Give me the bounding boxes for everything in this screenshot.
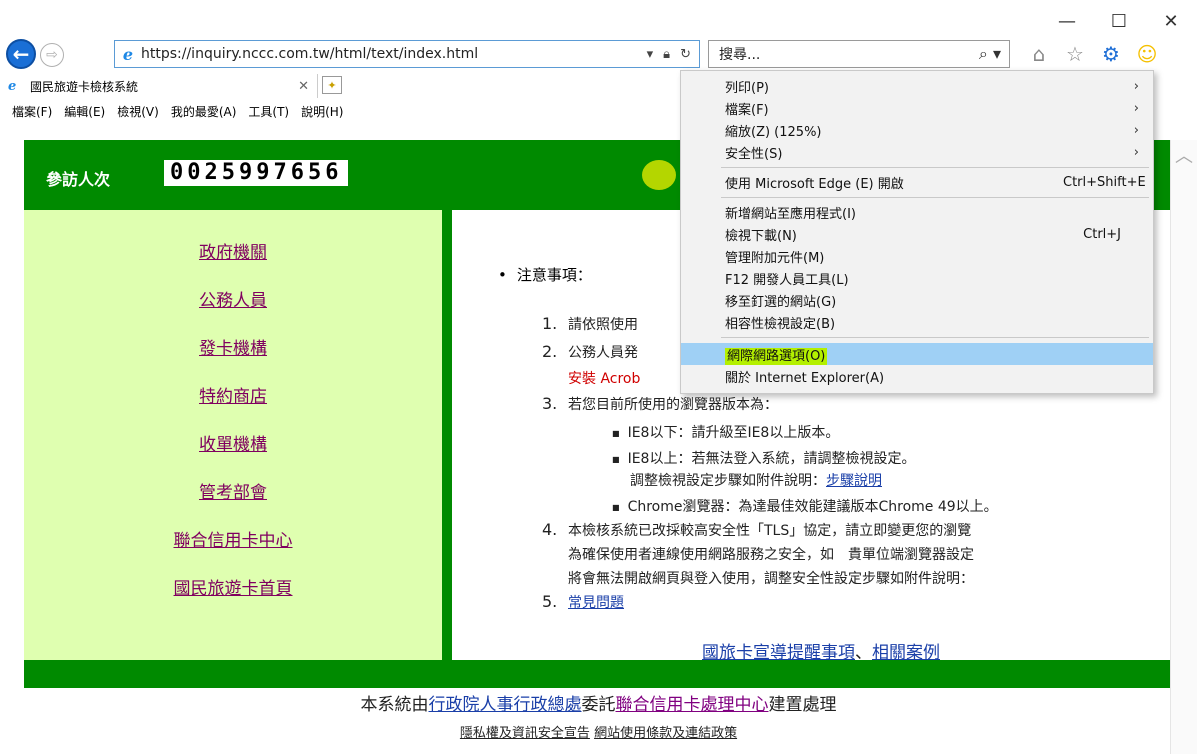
scroll-up-icon[interactable]: ︿ (1175, 142, 1193, 168)
submenu-arrow-icon: › (1133, 78, 1139, 94)
nccc-link[interactable]: 聯合信用卡處理中心 (616, 695, 769, 715)
address-bar[interactable]: e https://inquiry.nccc.com.tw/html/text/… (114, 40, 700, 68)
notice-item-4-line3: 將會無法開啟網頁與登入使用，調整安全性設定步驟如附件說明： (568, 571, 974, 587)
tab-close-icon[interactable]: ✕ (298, 79, 317, 94)
privacy-link[interactable]: 隱私權及資訊安全宣告 (460, 726, 590, 741)
footer-policy-links: 隱私權及資訊安全宣告 網站使用條款及連結政策 (0, 722, 1197, 741)
visitor-label: 參訪人次 (46, 170, 111, 189)
menu-item-print[interactable]: 列印(P) › (681, 75, 1153, 97)
bullet-ie8-sub: 調整檢視設定步驟如附件說明：步驟說明 (630, 473, 882, 489)
bullet-chrome: Chrome瀏覽器：為達最佳效能建議版本Chrome 49以上。 (612, 496, 998, 516)
new-tab-button[interactable]: ✦ (322, 76, 342, 94)
notice-title: 注意事項： (498, 264, 592, 285)
menu-item-internet-options[interactable]: 網際網路選項(O) (681, 343, 1153, 365)
menu-item-about-ie[interactable]: 關於 Internet Explorer(A) (681, 365, 1153, 387)
menu-item-file[interactable]: 檔案(F) › (681, 97, 1153, 119)
minimize-button[interactable]: — (1041, 6, 1093, 36)
sidebar-item-civil-servant[interactable]: 公務人員 (24, 286, 442, 311)
bullet-ie8-above: IE8以上：若無法登入系統，請調整檢視設定。 (612, 448, 916, 468)
sidebar-item-government[interactable]: 政府機關 (24, 238, 442, 263)
vertical-scrollbar[interactable]: ︿ (1170, 140, 1197, 754)
menu-tools[interactable]: 工具(T) (242, 100, 295, 122)
maximize-button[interactable]: ☐ (1093, 6, 1145, 36)
notice-item-3: 3. 若您目前所使用的瀏覽器版本為： (542, 394, 778, 413)
dgpa-link[interactable]: 行政院人事行政總處 (429, 695, 582, 715)
search-box[interactable]: 搜尋... ⌕ ▾ (708, 40, 1010, 68)
lock-icon[interactable]: 🔒︎ (663, 47, 670, 62)
menu-item-zoom[interactable]: 縮放(Z) (125%) › (681, 119, 1153, 141)
faq-link[interactable]: 常見問題 (568, 595, 624, 611)
sidebar-item-travel-card-home[interactable]: 國民旅遊卡首頁 (24, 574, 442, 599)
visitor-counter: 0025997656 (164, 160, 349, 186)
favorites-star-icon[interactable]: ☆ (1062, 41, 1088, 67)
back-button[interactable]: ← (6, 39, 36, 69)
menu-separator (721, 167, 1149, 168)
menu-item-open-in-edge[interactable]: 使用 Microsoft Edge (E) 開啟 Ctrl+Shift+E (681, 171, 1153, 193)
menu-file[interactable]: 檔案(F) (6, 100, 58, 122)
sidebar-item-ministry[interactable]: 管考部會 (24, 478, 442, 503)
sidebar-item-acquirer[interactable]: 收單機構 (24, 430, 442, 455)
tab-ie-icon: e (8, 78, 17, 94)
notice-item-1: 1. 請依照使用 (542, 314, 638, 333)
new-tab-icon: ✦ (327, 78, 337, 92)
search-input[interactable]: 搜尋... (719, 44, 979, 64)
menu-separator (721, 337, 1149, 338)
window-controls: — ☐ ✕ (1041, 6, 1197, 36)
menu-favorites[interactable]: 我的最愛(A) (165, 100, 243, 122)
footer-credit: 本系統由行政院人事行政總處委託聯合信用卡處理中心建置處理 (360, 695, 837, 715)
sidebar-item-issuer[interactable]: 發卡機構 (24, 334, 442, 359)
close-button[interactable]: ✕ (1145, 6, 1197, 36)
dropdown-arrow-icon[interactable]: ▾ (647, 47, 654, 62)
notice-item-2: 2. 公務人員発 (542, 342, 638, 361)
submenu-arrow-icon: › (1133, 122, 1139, 138)
notice-item-4: 4. 本檢核系統已改採較高安全性「TLS」協定，請立即變更您的瀏覽 (542, 520, 972, 539)
tools-dropdown-menu: 列印(P) › 檔案(F) › 縮放(Z) (125%) › 安全性(S) › 使用 M… (680, 70, 1154, 394)
url-actions: ▾ 🔒︎ ↻ (647, 47, 699, 62)
tab-title: 國民旅遊卡檢核系統 (30, 79, 139, 94)
submenu-arrow-icon: › (1133, 100, 1139, 116)
tab-active[interactable]: e 國民旅遊卡檢核系統 ✕ (2, 74, 318, 98)
menu-help[interactable]: 說明(H) (295, 100, 349, 122)
toolbar-icons: ⌂ ☆ ⚙ ☺ (1026, 41, 1160, 67)
gear-icon[interactable]: ⚙ (1098, 41, 1124, 67)
forward-arrow-icon: ⇨ (46, 47, 58, 63)
bullet-ie8-below: IE8以下：請升級至IE8以上版本。 (612, 422, 840, 442)
green-footer-bar (24, 660, 1170, 688)
menu-item-pinned-sites[interactable]: 移至釘選的網站(G) (681, 289, 1153, 311)
address-row: ← ⇨ e https://inquiry.nccc.com.tw/html/t… (0, 36, 1197, 70)
home-icon[interactable]: ⌂ (1026, 41, 1052, 67)
submenu-arrow-icon: › (1133, 144, 1139, 160)
menu-bar: 檔案(F) 編輯(E) 檢視(V) 我的最愛(A) 工具(T) 說明(H) (0, 100, 349, 122)
ie-logo-icon: e (122, 44, 134, 64)
menu-item-f12-devtools[interactable]: F12 開發人員工具(L) (681, 267, 1153, 289)
notice-item-4-line2: 為確保使用者連線使用網路服務之安全，如 貴單位端瀏覽器設定 (568, 547, 974, 563)
notice-item-5: 5. 常見問題 (542, 592, 624, 611)
terms-link[interactable]: 網站使用條款及連結政策 (594, 726, 737, 741)
decorative-dot (642, 160, 676, 190)
menu-item-manage-addons[interactable]: 管理附加元件(M) (681, 245, 1153, 267)
smiley-feedback-icon[interactable]: ☺ (1134, 41, 1160, 67)
menu-item-compatibility-view[interactable]: 相容性檢視設定(B) (681, 311, 1153, 333)
sidebar: 政府機關 公務人員 發卡機構 特約商店 收單機構 管考部會 聯合信用卡中心 國民… (24, 210, 452, 660)
menu-view[interactable]: 檢視(V) (111, 100, 165, 122)
refresh-icon[interactable]: ↻ (680, 47, 691, 62)
menu-item-add-site-to-apps[interactable]: 新增網站至應用程式(I) (681, 201, 1153, 223)
menu-edit[interactable]: 編輯(E) (58, 100, 111, 122)
search-icon[interactable]: ⌕ ▾ (979, 44, 1009, 64)
menu-item-view-downloads[interactable]: 檢視下載(N) Ctrl+J (681, 223, 1153, 245)
sidebar-item-merchant[interactable]: 特約商店 (24, 382, 442, 407)
forward-button[interactable]: ⇨ (40, 43, 64, 67)
back-arrow-icon: ← (12, 42, 30, 66)
menu-item-safety[interactable]: 安全性(S) › (681, 141, 1153, 163)
steps-link[interactable]: 步驟說明 (826, 473, 882, 489)
notice-item-2-cont: 安裝 Acrob (568, 371, 641, 387)
sidebar-item-nccc[interactable]: 聯合信用卡中心 (24, 526, 442, 551)
menu-separator (721, 197, 1149, 198)
url-text[interactable]: https://inquiry.nccc.com.tw/html/text/in… (141, 46, 647, 62)
